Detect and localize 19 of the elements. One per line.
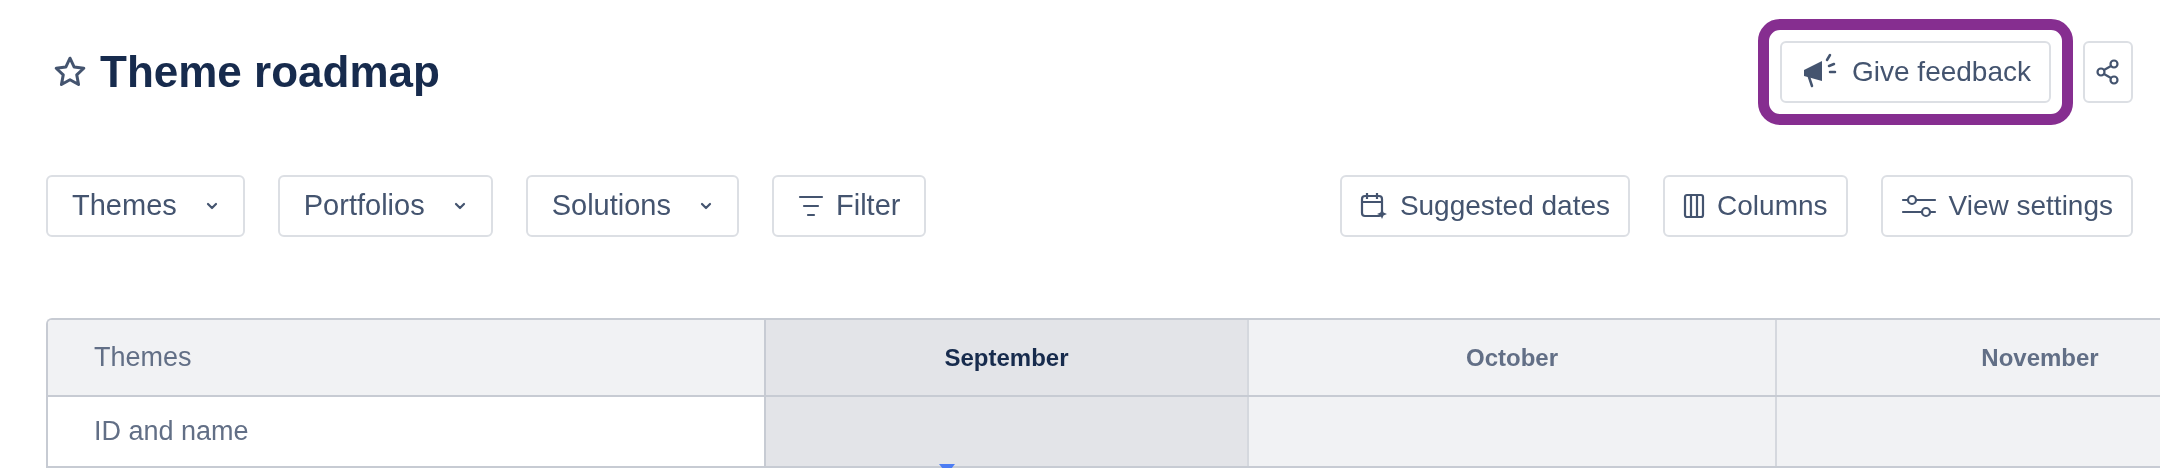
dropdown-button[interactable]: Solutions — [525, 175, 739, 237]
page-title: Theme roadmap — [100, 45, 440, 98]
dropdown-button[interactable]: Themes — [46, 175, 245, 237]
sliders-icon — [1900, 193, 1937, 219]
column-header: Themes — [48, 320, 764, 395]
month-header: November — [1775, 320, 2160, 395]
toolbar-button[interactable]: Suggested dates — [1339, 175, 1631, 237]
toolbar-button[interactable]: Columns — [1663, 175, 1848, 237]
share-button[interactable] — [2083, 40, 2133, 103]
toolbar-button[interactable]: View settings — [1880, 175, 2133, 237]
toolbar-button[interactable]: Filter — [771, 175, 927, 237]
columns-icon — [1683, 193, 1706, 219]
share-icon — [2095, 58, 2121, 85]
month-header: September — [764, 320, 1247, 395]
dropdown-button[interactable]: Portfolios — [277, 175, 493, 237]
give-feedback-button[interactable]: Give feedback — [1780, 40, 2051, 103]
calendar-icon — [1359, 191, 1388, 221]
month-header: October — [1247, 320, 1775, 395]
filter-icon — [797, 194, 824, 218]
